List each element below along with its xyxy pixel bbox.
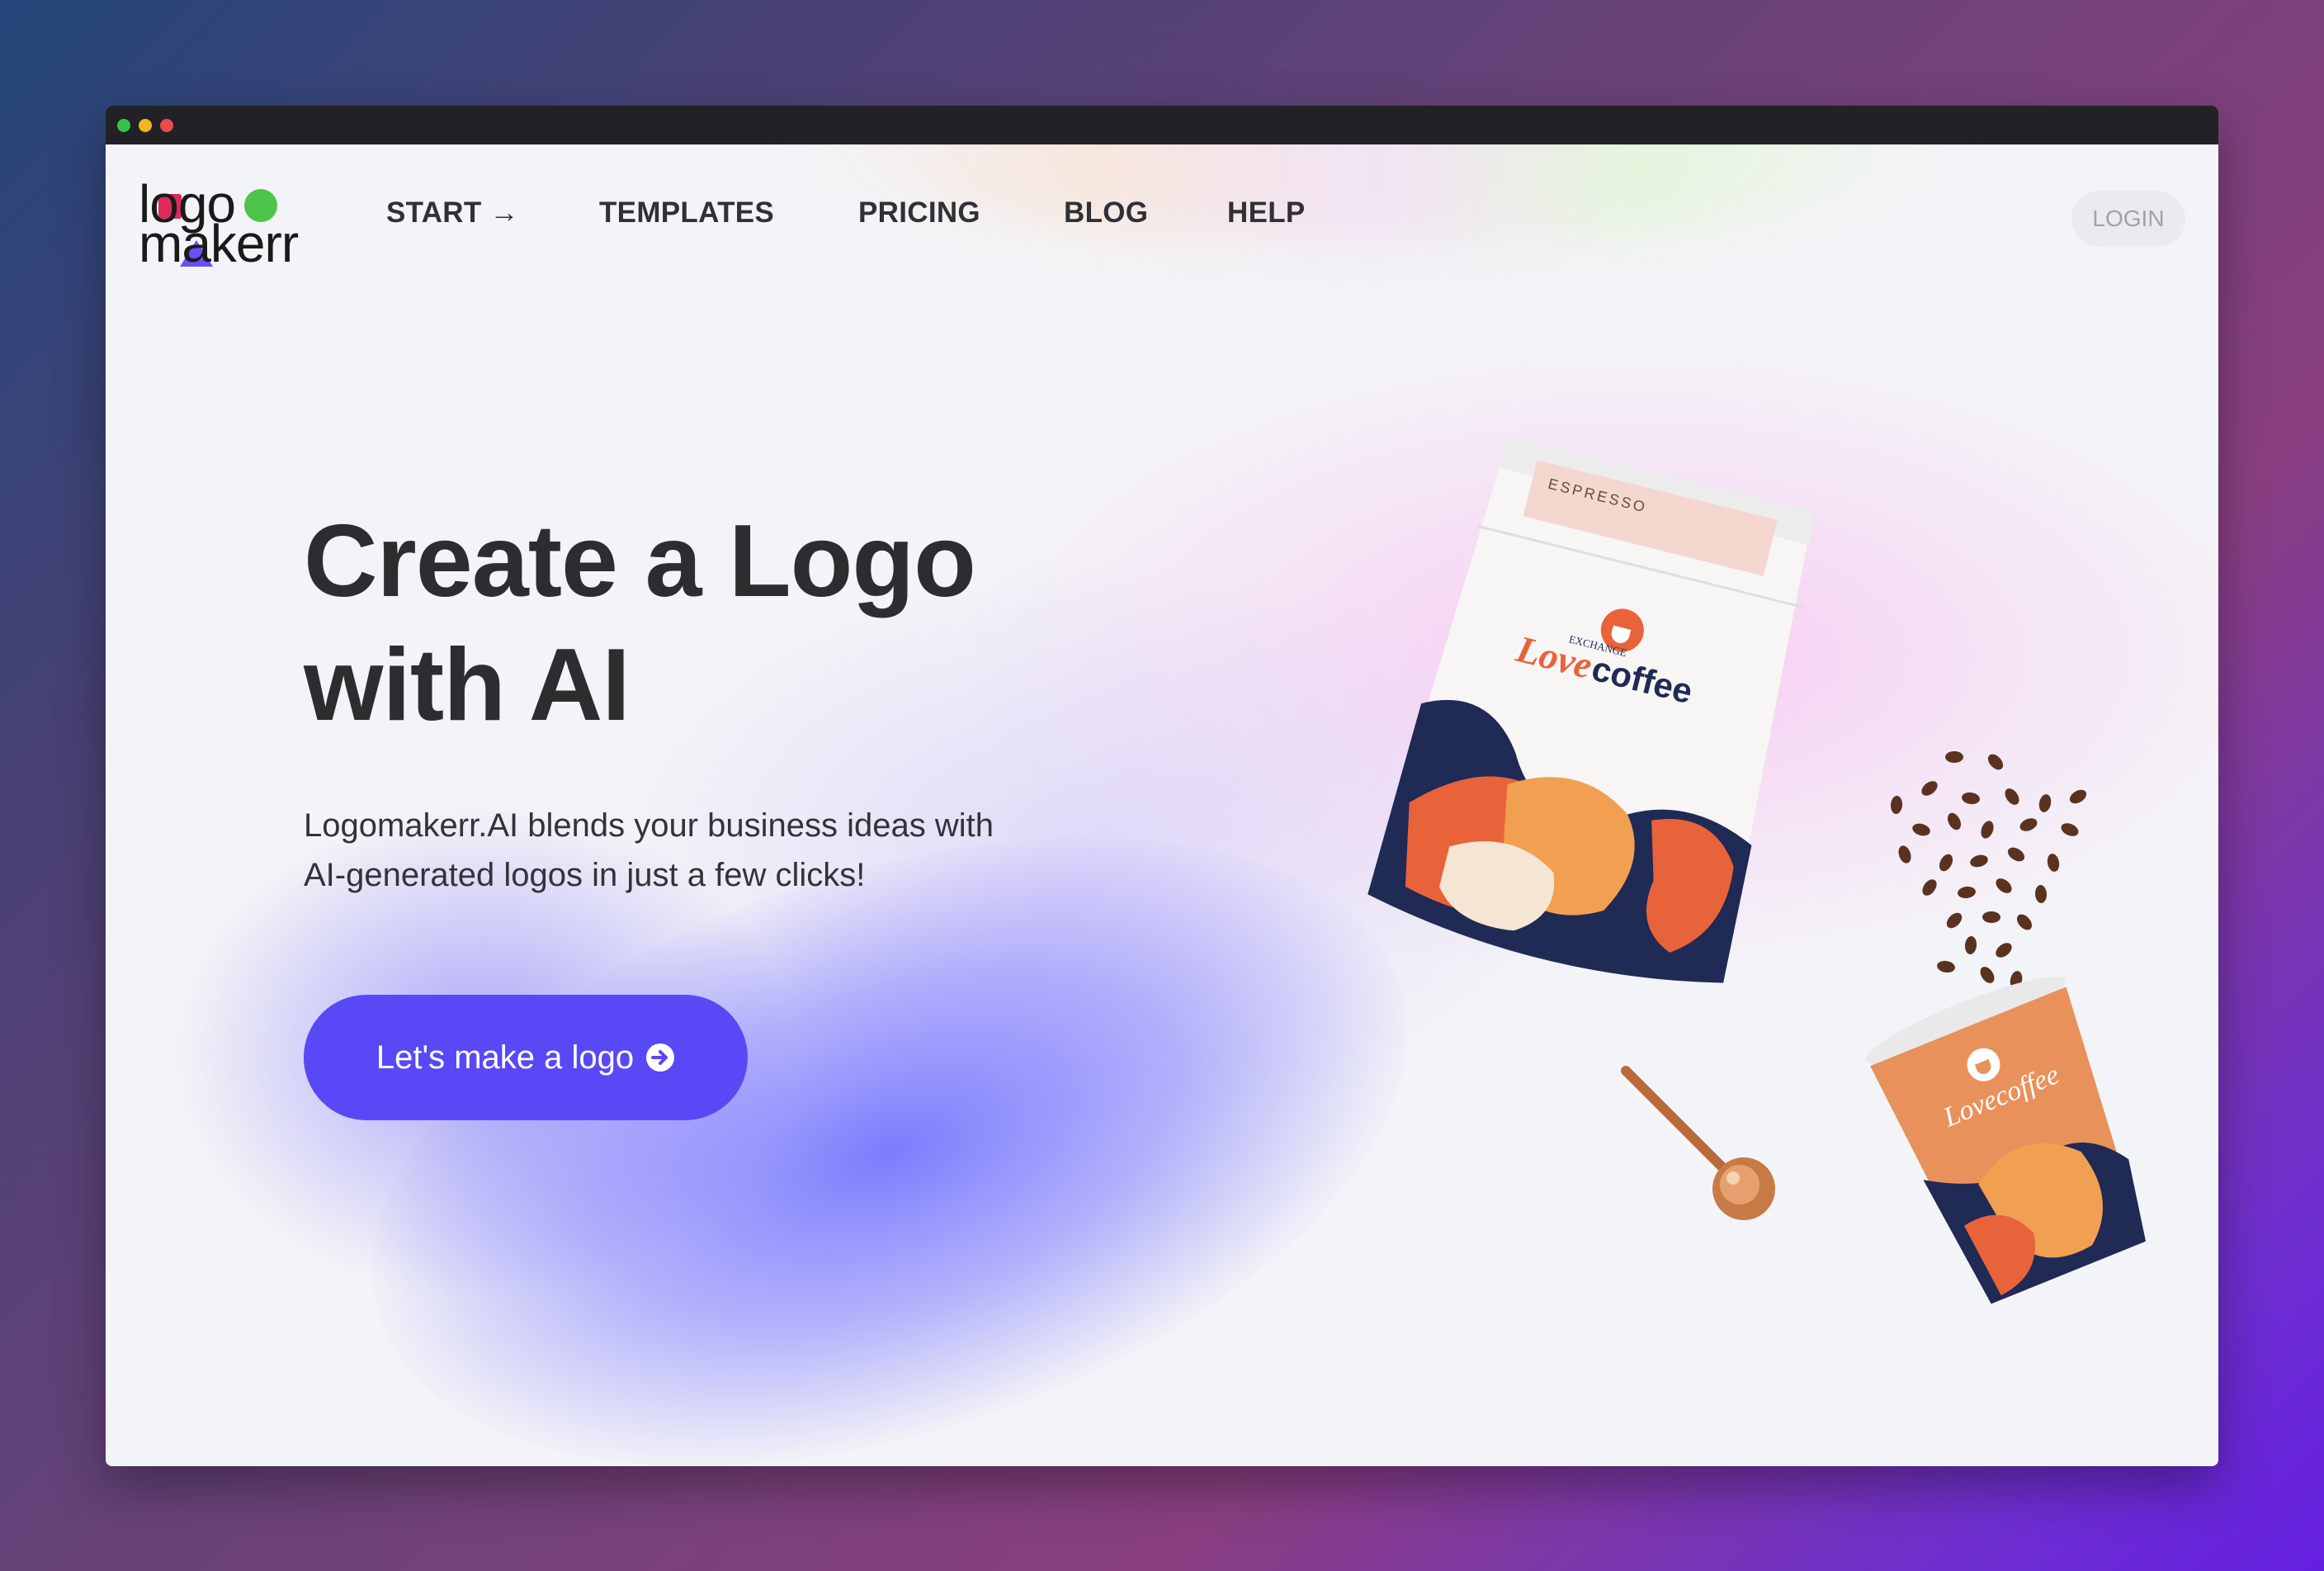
coffee-bean (2038, 794, 2052, 812)
make-logo-button-label: Let's make a logo (376, 1039, 635, 1076)
coffee-bean (1970, 854, 1988, 868)
hero-title: Create a Logo with AI (304, 499, 1212, 747)
coffee-bean (1946, 912, 1963, 929)
coffee-bean (1945, 751, 1963, 763)
coffee-bean (2007, 847, 2025, 862)
hero-subtitle-line1: Logomakerr.AI blends your business ideas… (304, 807, 994, 844)
browser-window: logo makerr START → TEMPLATES PRICING BL… (106, 106, 2218, 1466)
coffee-bean (1948, 812, 1961, 830)
logo-text-line2: makerr (139, 214, 299, 273)
coffee-bean (1922, 879, 1937, 896)
window-yellow-dot[interactable] (139, 119, 152, 132)
nav-blog-link[interactable]: BLOG (1064, 184, 1148, 242)
coffee-bean (1996, 878, 2012, 893)
window-green-dot[interactable] (117, 119, 130, 132)
coffee-bean (1939, 854, 1953, 872)
coffee-bean (1982, 911, 2000, 924)
coffee-bean (2061, 823, 2079, 836)
make-logo-button[interactable]: Let's make a logo (304, 995, 748, 1120)
coffee-bag-image: ESPRESSO EXCHANGE Love coffee (1367, 436, 1814, 983)
coffee-bean (2005, 788, 2019, 805)
window-titlebar (106, 106, 2218, 144)
coffee-bean (1958, 886, 1976, 899)
logomakerr-logo[interactable]: logo makerr (139, 177, 304, 273)
coffee-bean (2016, 914, 2033, 930)
coffee-bean (1964, 936, 1977, 954)
landing-page: logo makerr START → TEMPLATES PRICING BL… (106, 144, 2218, 1466)
coffee-bean (1987, 754, 2004, 770)
arrow-circle-right-icon (646, 1043, 675, 1072)
coffee-bean (2069, 789, 2087, 804)
coffee-bean (1898, 845, 1911, 864)
coffee-bean (2019, 818, 2038, 831)
coffee-bean (1981, 821, 1994, 839)
nav-templates-link[interactable]: TEMPLATES (599, 184, 774, 242)
nav-pricing-link[interactable]: PRICING (858, 184, 980, 242)
coffee-bean (1890, 796, 1903, 814)
coffee-bean (1962, 792, 1980, 805)
nav-start-link[interactable]: START → (386, 184, 519, 242)
coffee-bean (2047, 854, 2060, 872)
nav-help-link[interactable]: HELP (1227, 184, 1306, 242)
login-button[interactable]: LOGIN (2071, 191, 2185, 247)
hero-subtitle-line2: AI-generated logos in just a few clicks! (304, 857, 866, 893)
window-red-dot[interactable] (160, 119, 173, 132)
coffee-scoop-image (1621, 1066, 1775, 1220)
coffee-bean (2034, 885, 2048, 903)
hero-title-line1: Create a Logo (304, 504, 976, 618)
coffee-bean (1912, 823, 1930, 836)
coffee-cup-image: Lovecoffee (1865, 977, 2147, 1304)
hero-title-line2: with AI (304, 628, 631, 742)
hero-subtitle: Logomakerr.AI blends your business ideas… (304, 801, 1129, 900)
coffee-bean (1921, 781, 1938, 796)
